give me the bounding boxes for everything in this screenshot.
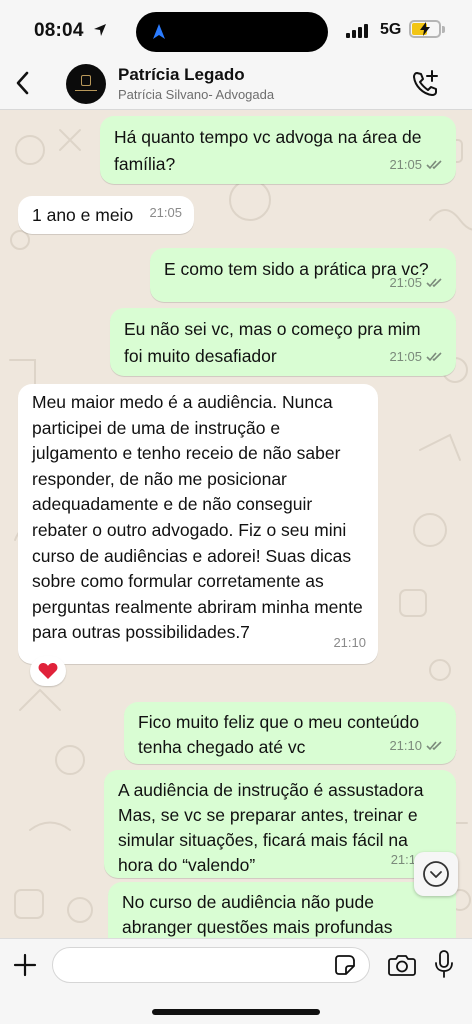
logo-mark-icon: [81, 75, 91, 86]
message-meta: 21:05: [149, 199, 182, 226]
location-arrow-icon: [94, 24, 106, 36]
message-bubble-incoming[interactable]: 1 ano e meio 21:05: [18, 196, 194, 234]
message-time: 21:1: [390, 852, 416, 867]
chat-header: Patrícia Legado Patrícia Silvano- Advoga…: [0, 58, 472, 110]
double-check-icon: [426, 160, 442, 170]
message-meta: 21:1: [391, 847, 416, 872]
message-time: 21:05: [149, 205, 182, 220]
plus-icon[interactable]: [12, 952, 38, 978]
message-input[interactable]: [52, 947, 370, 983]
message-bubble-incoming[interactable]: Meu maior medo é a audiência. Nunca part…: [18, 384, 378, 664]
input-bar: [0, 938, 472, 1024]
message-bubble-outgoing[interactable]: Fico muito feliz que o meu conteúdo tenh…: [124, 702, 456, 764]
charging-bolt-icon: [420, 22, 430, 36]
message-meta: 21:05: [389, 151, 444, 178]
message-meta: 21:05: [389, 343, 444, 370]
add-call-icon[interactable]: [410, 68, 442, 100]
message-time: 21:10: [389, 738, 422, 753]
message-bubble-outgoing[interactable]: No curso de audiência não pude abranger …: [108, 882, 456, 938]
navigation-arrow-icon: [153, 24, 165, 39]
back-chevron-icon[interactable]: [10, 68, 36, 98]
network-type: 5G: [380, 21, 402, 38]
message-reaction[interactable]: [30, 656, 66, 686]
chevron-down-circle-icon: [423, 861, 449, 887]
scroll-to-bottom-button[interactable]: [414, 852, 458, 896]
status-bar: 08:04 5G: [0, 0, 472, 58]
message-bubble-outgoing[interactable]: E como tem sido a prática pra vc? 21:05: [150, 248, 456, 302]
avatar[interactable]: [66, 64, 106, 104]
home-indicator: [152, 1009, 320, 1015]
double-check-icon: [426, 352, 442, 362]
message-time: 21:05: [389, 349, 422, 364]
battery-icon: [409, 20, 441, 38]
heart-icon: [38, 663, 58, 679]
message-text: No curso de audiência não pude abranger …: [122, 892, 393, 937]
logo-line: [75, 90, 97, 91]
message-meta: 21:10: [389, 733, 444, 758]
message-text: Meu maior medo é a audiência. Nunca part…: [32, 392, 363, 643]
chat-area[interactable]: Há quanto tempo vc advoga na área de fam…: [0, 110, 472, 938]
camera-icon[interactable]: [388, 953, 416, 977]
battery-tip: [442, 26, 445, 33]
dynamic-island: [136, 12, 328, 52]
contact-name[interactable]: Patrícia Legado: [118, 65, 245, 85]
double-check-icon: [426, 278, 442, 288]
message-time: 21:05: [389, 157, 422, 172]
sticker-icon[interactable]: [334, 954, 356, 976]
message-bubble-outgoing[interactable]: A audiência de instrução é assustadora M…: [104, 770, 456, 878]
contact-subtitle[interactable]: Patrícia Silvano- Advogada: [118, 87, 274, 102]
status-time: 08:04: [34, 20, 84, 41]
double-check-icon: [426, 741, 442, 751]
message-meta: 21:05: [389, 269, 444, 296]
message-time: 21:05: [389, 275, 422, 290]
message-meta: 21:10: [333, 630, 366, 656]
message-bubble-outgoing[interactable]: Eu não sei vc, mas o começo pra mim foi …: [110, 308, 456, 376]
message-bubble-outgoing[interactable]: Há quanto tempo vc advoga na área de fam…: [100, 116, 456, 184]
microphone-icon[interactable]: [434, 950, 454, 980]
cellular-signal-icon: [346, 24, 368, 38]
message-time: 21:10: [333, 635, 366, 651]
